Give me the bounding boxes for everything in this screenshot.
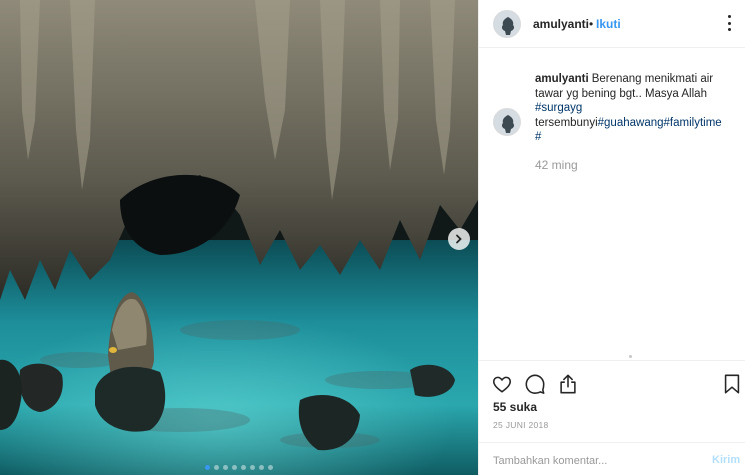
likes-count[interactable]: 55 suka: [493, 400, 537, 414]
carousel-dot: [232, 465, 237, 470]
carousel-dot: [268, 465, 273, 470]
hashtag-link[interactable]: #surgayg: [535, 102, 582, 114]
hashtag-link[interactable]: #: [535, 131, 541, 143]
caption-text-2: tersembunyi: [535, 116, 598, 129]
chevron-right-icon: [456, 234, 462, 244]
caption-avatar[interactable]: [493, 108, 521, 136]
loading-dot: [629, 355, 632, 358]
comment-bar: Kirim: [479, 442, 745, 475]
hashtag-link[interactable]: #guahawang: [598, 117, 664, 129]
post-side-panel: amulyanti • Ikuti amulyanti Berenang meni…: [478, 0, 745, 475]
bookmark-icon[interactable]: [721, 373, 743, 395]
avatar-image: [494, 11, 520, 37]
cave-image: [0, 0, 478, 475]
follow-button[interactable]: Ikuti: [596, 17, 621, 31]
carousel-dot: [250, 465, 255, 470]
more-options-icon[interactable]: [721, 15, 737, 31]
caption-username[interactable]: amulyanti: [535, 73, 589, 85]
next-slide-button[interactable]: [448, 228, 470, 250]
share-icon[interactable]: [557, 373, 579, 395]
action-bar: [479, 360, 745, 405]
comment-icon[interactable]: [524, 373, 546, 395]
carousel-dot: [214, 465, 219, 470]
post-comment-button[interactable]: Kirim: [712, 454, 740, 466]
avatar-image: [494, 109, 520, 135]
caption-time[interactable]: 42 ming: [535, 158, 578, 172]
separator-dot: •: [589, 17, 594, 31]
avatar[interactable]: [493, 10, 521, 38]
post-header: amulyanti • Ikuti: [479, 0, 745, 48]
carousel-dot: [205, 465, 210, 470]
post-date[interactable]: 25 JUNI 2018: [493, 420, 549, 430]
post-photo[interactable]: [0, 0, 478, 475]
carousel-dot: [223, 465, 228, 470]
carousel-dot: [259, 465, 264, 470]
heart-icon[interactable]: [491, 373, 513, 395]
carousel-indicator: [205, 465, 273, 470]
username-link[interactable]: amulyanti: [533, 17, 589, 31]
hashtag-link[interactable]: #familytime: [664, 117, 722, 129]
comment-input[interactable]: [493, 452, 693, 470]
carousel-dot: [241, 465, 246, 470]
post-caption: amulyanti Berenang menikmati air tawar yg…: [535, 72, 735, 145]
